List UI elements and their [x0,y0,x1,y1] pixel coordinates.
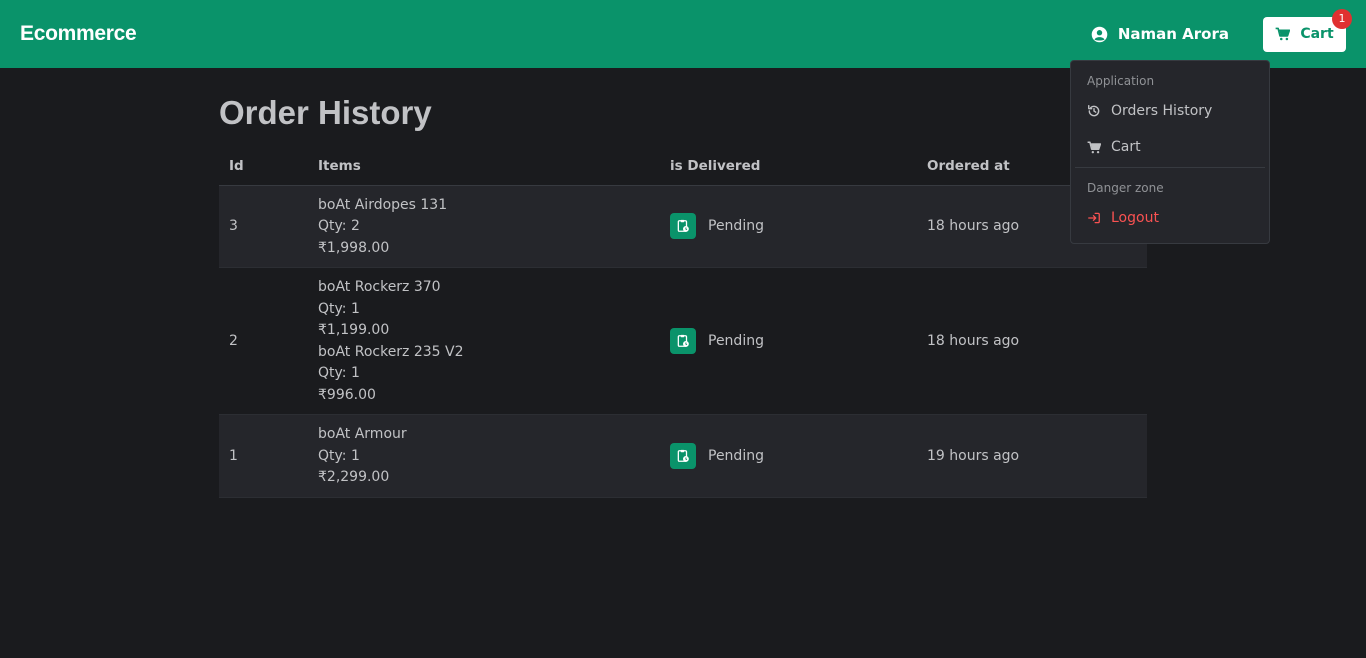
orders-table: Id Items is Delivered Ordered at 3 boAt … [219,148,1147,498]
column-header-items: Items [308,148,660,186]
delivery-status: Pending [670,442,907,469]
item-price: ₹2,299.00 [318,469,390,485]
item-price: ₹1,998.00 [318,239,390,256]
item-price: ₹996.00 [318,386,376,403]
cart-count-badge: 1 [1332,8,1352,29]
cart-icon [1275,27,1291,41]
order-items: boAt Rockerz 370 Qty: 1 ₹1,199.00 boAt R… [308,268,660,415]
user-circle-icon [1091,26,1108,42]
item-price: ₹1,199.00 [318,322,390,338]
menu-item-cart[interactable]: Cart [1075,129,1265,165]
cart-button[interactable]: Cart 1 [1263,8,1352,52]
status-text: Pending [708,333,764,349]
table-row: 2 boAt Rockerz 370 Qty: 1 ₹1,199.00 boAt… [219,268,1147,415]
delivery-status: Pending [670,328,907,354]
status-text: Pending [708,447,764,464]
delivery-status-cell: Pending [660,415,917,498]
menu-item-orders-history[interactable]: Orders History [1075,93,1265,129]
order-id: 3 [229,218,238,235]
table-header-row: Id Items is Delivered Ordered at [219,148,1147,186]
header-actions: Naman Arora Cart 1 [1091,8,1352,52]
cart-label: Cart [1300,26,1334,42]
logout-icon [1088,212,1100,224]
item-qty: Qty: 1 [318,447,360,464]
item-name: boAt Rockerz 370 [318,279,441,295]
item-name: boAt Rockerz 235 V2 [318,343,464,360]
brand-logo[interactable]: Ecommerce [20,22,137,46]
history-icon [1088,105,1100,117]
item-name: boAt Airdopes 131 [318,196,448,213]
column-header-delivered: is Delivered [660,148,917,186]
ordered-at: 18 hours ago [927,333,1020,349]
table-row: 3 boAt Airdopes 131 Qty: 2 ₹1,998.00 Pen… [219,185,1147,268]
user-name: Naman Arora [1117,25,1229,43]
clipboard-clock-icon [670,328,696,354]
item-qty: Qty: 1 [318,300,360,317]
menu-item-label: Cart [1111,139,1141,155]
menu-section-application: Application [1087,74,1155,88]
order-items: boAt Armour Qty: 1 ₹2,299.00 [308,415,660,498]
user-menu-button[interactable]: Naman Arora [1091,25,1229,43]
top-nav: Ecommerce Naman Arora Cart 1 [0,0,1366,68]
cart-icon [1087,140,1101,153]
menu-divider [1075,167,1265,168]
table-row: 1 boAt Armour Qty: 1 ₹2,299.00 Pending 1… [219,414,1147,498]
user-dropdown-menu: Application Orders History Cart Danger z… [1070,60,1270,244]
main-content: Order History Id Items is Delivered Orde… [219,68,1147,498]
clipboard-clock-icon [670,213,696,240]
delivery-status-cell: Pending [660,268,917,415]
clipboard-clock-icon [670,442,696,469]
item-qty: Qty: 1 [318,365,360,381]
order-items: boAt Airdopes 131 Qty: 2 ₹1,998.00 [308,185,660,268]
item-qty: Qty: 2 [318,218,360,234]
ordered-at: 19 hours ago [927,447,1020,464]
delivery-status: Pending [670,213,907,240]
status-text: Pending [708,218,764,235]
item-name: boAt Armour [318,426,407,442]
page-title: Order History [219,94,432,131]
menu-item-logout[interactable]: Logout [1075,200,1265,236]
menu-section-danger: Danger zone [1087,181,1164,195]
column-header-id: Id [219,148,308,186]
menu-item-label: Logout [1111,210,1159,226]
delivery-status-cell: Pending [660,185,917,268]
order-id: 2 [229,333,238,349]
menu-item-label: Orders History [1111,103,1213,119]
order-id: 1 [229,447,238,464]
